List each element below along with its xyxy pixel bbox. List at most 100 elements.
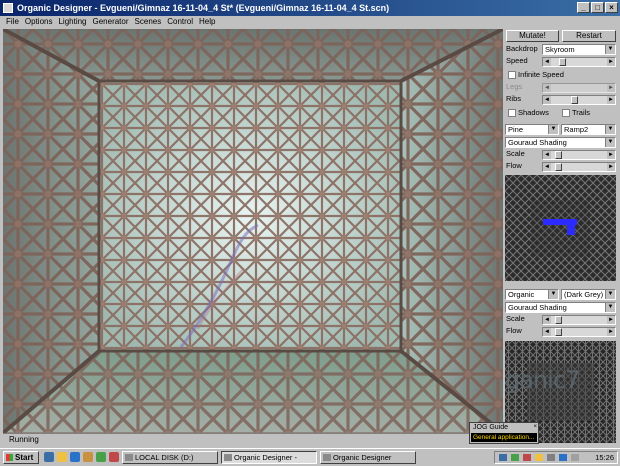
jog-guide-title: JOG Guide	[470, 423, 538, 432]
speed-label: Speed	[506, 56, 528, 65]
start-button[interactable]: Start	[3, 451, 39, 464]
shadows-checkbox[interactable]	[508, 109, 516, 117]
scale2-slider[interactable]: ◄ ►	[542, 315, 616, 325]
shading2-select[interactable]: Gouraud Shading ▼	[505, 302, 616, 313]
shading1-select[interactable]: Gouraud Shading ▼	[505, 137, 616, 148]
tray-icon[interactable]	[523, 454, 531, 461]
arrow-right-icon[interactable]: ►	[607, 316, 615, 324]
clock[interactable]: 15:26	[595, 452, 614, 463]
scale2-label: Scale	[506, 314, 525, 323]
menu-bar: File Options Lighting Generator Scenes Contro…	[0, 16, 620, 28]
texture2-select[interactable]: (Dark Grey) ▼	[561, 289, 616, 300]
speed-slider[interactable]: ◄ ►	[542, 57, 616, 67]
backdrop-select[interactable]: Skyroom ▼	[542, 44, 616, 55]
tray-icon[interactable]	[499, 454, 507, 461]
shape1-select[interactable]: Pine ▼	[505, 124, 559, 135]
organic-overlay-text: ganic7	[505, 366, 580, 394]
arrow-left-icon[interactable]: ◄	[543, 96, 551, 104]
outlook-icon[interactable]	[83, 452, 93, 462]
legs-label: Legs	[506, 82, 523, 91]
shape1-value: Pine	[508, 125, 524, 134]
menu-options[interactable]: Options	[22, 16, 56, 28]
scale2-slider-thumb[interactable]	[555, 316, 562, 324]
quicklaunch-icon[interactable]	[109, 452, 119, 462]
taskbar-item-label: Organic Designer	[333, 453, 392, 462]
quicklaunch-icon[interactable]	[96, 452, 106, 462]
arrow-right-icon[interactable]: ►	[607, 163, 615, 171]
ribs-label: Ribs	[506, 94, 522, 103]
arrow-right-icon[interactable]: ►	[607, 84, 615, 92]
menu-lighting[interactable]: Lighting	[55, 16, 89, 28]
taskbar-item-label: Organic Designer -	[234, 453, 297, 462]
jog-guide-window[interactable]: JOG Guide × General application...	[469, 422, 539, 444]
app-icon	[3, 3, 13, 13]
menu-help[interactable]: Help	[196, 16, 218, 28]
taskbar-item-label: LOCAL DISK (D:)	[135, 453, 194, 462]
show-desktop-icon[interactable]	[44, 452, 54, 462]
menu-file[interactable]: File	[0, 16, 22, 28]
taskbar-item-organic-designer[interactable]: Organic Designer -	[221, 451, 317, 464]
tray-icon[interactable]	[571, 454, 579, 461]
scale1-slider-thumb[interactable]	[555, 151, 562, 159]
title-bar[interactable]: Organic Designer - Evgueni/Gimnaz 16-11-…	[0, 0, 620, 16]
flow2-slider-thumb[interactable]	[555, 328, 562, 336]
minimize-button[interactable]: _	[577, 2, 590, 13]
shape1-preview	[505, 175, 616, 281]
windows-logo-icon	[6, 454, 13, 461]
flow2-slider[interactable]: ◄ ►	[542, 327, 616, 337]
arrow-right-icon[interactable]: ►	[607, 58, 615, 66]
mutate-button[interactable]: Mutate!	[506, 30, 559, 42]
scale1-slider[interactable]: ◄ ►	[542, 150, 616, 160]
app-icon	[224, 454, 232, 461]
flow1-slider-thumb[interactable]	[555, 163, 562, 171]
infinite-speed-checkbox[interactable]	[508, 71, 516, 79]
app-icon	[323, 454, 331, 461]
arrow-left-icon[interactable]: ◄	[543, 58, 551, 66]
chevron-down-icon: ▼	[605, 125, 615, 134]
chevron-down-icon: ▼	[605, 290, 615, 299]
start-label: Start	[15, 453, 34, 462]
chevron-down-icon: ▼	[548, 125, 558, 134]
texture1-select[interactable]: Ramp2 ▼	[561, 124, 616, 135]
shading2-value: Gouraud Shading	[508, 303, 567, 312]
speed-slider-thumb[interactable]	[559, 58, 566, 66]
arrow-left-icon[interactable]: ◄	[543, 163, 551, 171]
volume-icon[interactable]	[547, 454, 555, 461]
ribs-slider-thumb[interactable]	[571, 96, 578, 104]
render-viewport[interactable]	[3, 29, 503, 433]
status-bar: Running Frames	[3, 433, 503, 446]
flow1-label: Flow	[506, 161, 522, 170]
scale1-label: Scale	[506, 149, 525, 158]
menu-scenes[interactable]: Scenes	[132, 16, 165, 28]
arrow-left-icon[interactable]: ◄	[543, 84, 551, 92]
menu-control[interactable]: Control	[164, 16, 196, 28]
menu-generator[interactable]: Generator	[90, 16, 132, 28]
legs-slider[interactable]: ◄ ►	[542, 83, 616, 93]
restart-button[interactable]: Restart	[562, 30, 616, 42]
tray-icon[interactable]	[511, 454, 519, 461]
ribs-slider[interactable]: ◄ ►	[542, 95, 616, 105]
flow1-slider[interactable]: ◄ ►	[542, 162, 616, 172]
arrow-right-icon[interactable]: ►	[607, 328, 615, 336]
close-icon[interactable]: ×	[533, 424, 537, 431]
shape2-select[interactable]: Organic ▼	[505, 289, 559, 300]
taskbar-item-organic-designer-2[interactable]: Organic Designer	[320, 451, 416, 464]
trails-checkbox[interactable]	[562, 109, 570, 117]
chevron-down-icon: ▼	[605, 138, 615, 147]
arrow-left-icon[interactable]: ◄	[543, 151, 551, 159]
network-icon[interactable]	[559, 454, 567, 461]
explorer-icon[interactable]	[57, 452, 67, 462]
arrow-right-icon[interactable]: ►	[607, 96, 615, 104]
lattice-room-render	[3, 29, 503, 433]
arrow-left-icon[interactable]: ◄	[543, 316, 551, 324]
maximize-button[interactable]: □	[591, 2, 604, 13]
chevron-down-icon: ▼	[605, 45, 615, 54]
chevron-down-icon: ▼	[605, 303, 615, 312]
arrow-right-icon[interactable]: ►	[607, 151, 615, 159]
tray-icon[interactable]	[535, 454, 543, 461]
ie-icon[interactable]	[70, 452, 80, 462]
close-button[interactable]: ×	[605, 2, 618, 13]
window-title: Organic Designer - Evgueni/Gimnaz 16-11-…	[17, 3, 390, 13]
taskbar-item-local-disk[interactable]: LOCAL DISK (D:)	[122, 451, 218, 464]
arrow-left-icon[interactable]: ◄	[543, 328, 551, 336]
